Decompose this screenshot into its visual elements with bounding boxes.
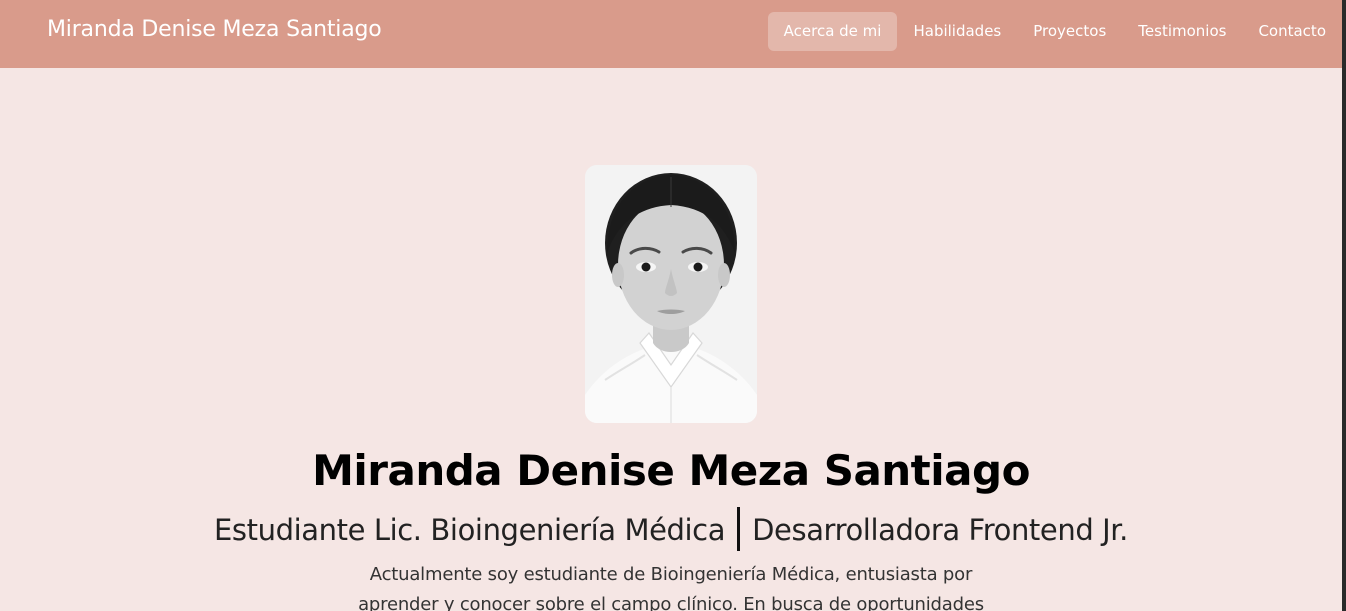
nav-item-contacto[interactable]: Contacto xyxy=(1242,12,1342,51)
site-brand[interactable]: Miranda Denise Meza Santiago xyxy=(47,16,382,44)
top-navbar: Miranda Denise Meza Santiago Acerca de m… xyxy=(0,0,1342,68)
nav-item-proyectos[interactable]: Proyectos xyxy=(1017,12,1122,51)
hero-name: Miranda Denise Meza Santiago xyxy=(312,446,1030,495)
nav-item-acerca[interactable]: Acerca de mi xyxy=(767,12,898,51)
nav-item-habilidades[interactable]: Habilidades xyxy=(897,12,1017,51)
scrollbar-edge xyxy=(1342,0,1346,611)
about-section: Miranda Denise Meza Santiago Estudiante … xyxy=(0,68,1342,611)
profile-portrait-icon xyxy=(585,165,757,423)
subtitle-divider xyxy=(737,507,741,551)
profile-photo xyxy=(585,165,757,423)
role-secondary: Desarrolladora Frontend Jr. xyxy=(752,513,1128,547)
portfolio-page: Miranda Denise Meza Santiago Acerca de m… xyxy=(0,0,1346,611)
nav-item-testimonios[interactable]: Testimonios xyxy=(1122,12,1242,51)
hero-bio: Actualmente soy estudiante de Bioingenie… xyxy=(358,564,984,611)
hero-subtitle: Estudiante Lic. Bioingeniería Médica Desa… xyxy=(0,507,1342,554)
main-navigation: Acerca de mi Habilidades Proyectos Testi… xyxy=(767,12,1342,51)
role-primary: Estudiante Lic. Bioingeniería Médica xyxy=(214,513,726,547)
